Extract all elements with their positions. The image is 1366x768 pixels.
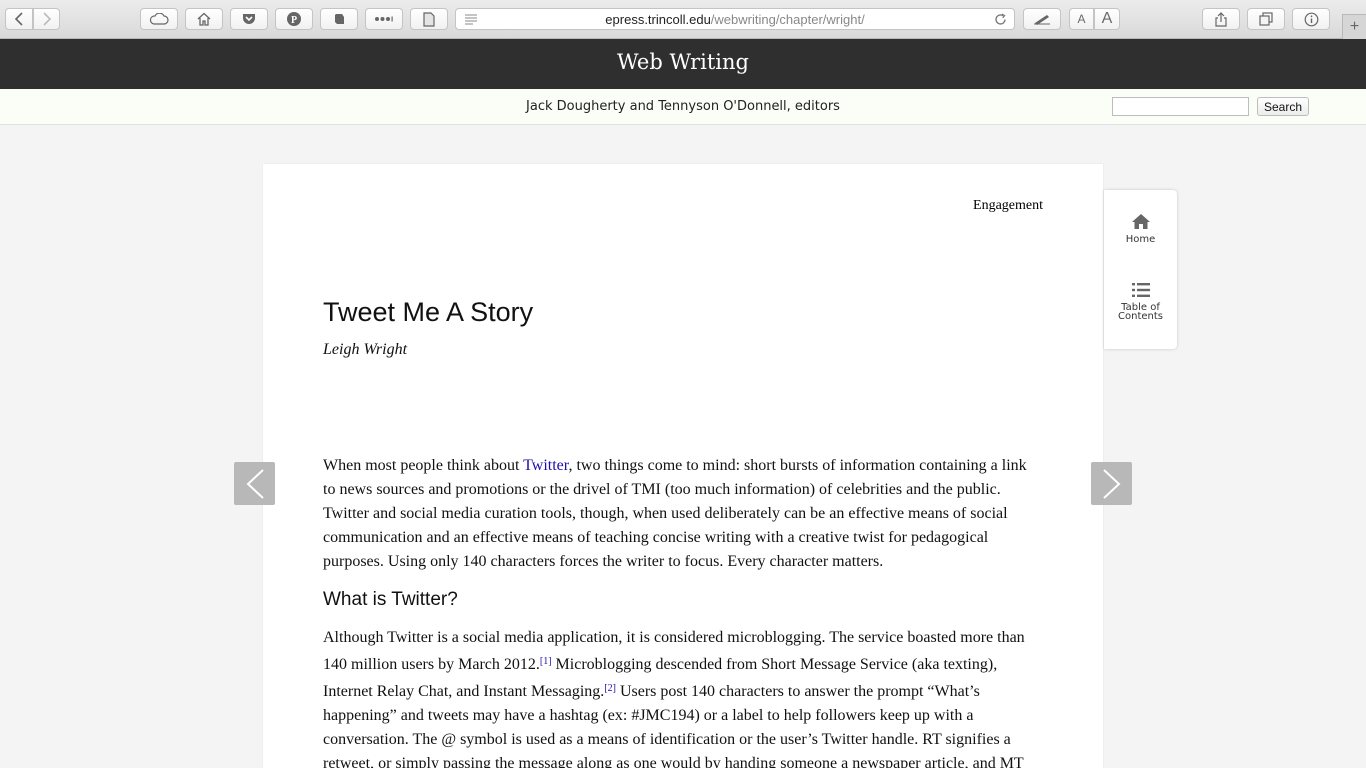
page-button[interactable] — [410, 8, 448, 30]
document-icon — [423, 11, 435, 27]
twitter-link[interactable]: Twitter — [523, 457, 568, 474]
chapter-title: Tweet Me A Story — [323, 297, 534, 327]
pinterest-icon: P — [287, 12, 301, 26]
font-larger-label: A — [1101, 10, 1113, 27]
cloud-icon — [149, 13, 169, 25]
footnote-link-1[interactable]: [1] — [540, 656, 552, 667]
svg-text:P: P — [291, 15, 297, 26]
chapter-page: Engagement Tweet Me A Story Leigh Wright… — [263, 164, 1103, 768]
evernote-icon — [335, 14, 344, 24]
chevron-right-icon — [42, 12, 51, 26]
browser-toolbar: P epress.trincoll.edu/webwriting/chapter… — [0, 0, 1366, 39]
search-button[interactable]: Search — [1257, 97, 1309, 116]
site-subheader: Jack Dougherty and Tennyson O'Donnell, e… — [0, 89, 1366, 125]
cloud-button[interactable] — [140, 8, 178, 30]
reload-icon[interactable] — [994, 13, 1007, 26]
annotate-button[interactable] — [1023, 8, 1061, 30]
back-button[interactable] — [5, 8, 33, 30]
info-button[interactable] — [1292, 8, 1330, 30]
search-input[interactable] — [1112, 97, 1249, 116]
side-nav-toc[interactable]: Table of Contents — [1104, 282, 1177, 322]
site-header: Web Writing — [0, 39, 1366, 89]
forward-button[interactable] — [33, 8, 60, 30]
pen-icon — [1034, 15, 1050, 25]
home-button[interactable] — [185, 8, 223, 30]
side-nav-home-label: Home — [1125, 234, 1156, 245]
chevron-left-icon — [246, 468, 264, 499]
section-heading: What is Twitter? — [323, 589, 458, 610]
plus-icon: + — [1349, 18, 1360, 35]
font-smaller-label: A — [1077, 12, 1086, 26]
pocket-icon — [243, 14, 255, 24]
chevron-right-icon — [1102, 468, 1120, 499]
info-icon — [1304, 12, 1318, 26]
side-nav-toc-label-2: Contents — [1118, 311, 1163, 322]
previous-page-button[interactable] — [234, 462, 275, 505]
url-path: /webwriting/chapter/wright/ — [710, 12, 865, 27]
font-smaller-button[interactable]: A — [1069, 8, 1094, 30]
url-text[interactable]: epress.trincoll.edu/webwriting/chapter/w… — [456, 12, 1014, 27]
new-tab-button[interactable]: + — [1342, 14, 1366, 39]
site-title[interactable]: Web Writing — [0, 50, 1366, 74]
pinterest-button[interactable]: P — [275, 8, 313, 30]
address-bar[interactable]: epress.trincoll.edu/webwriting/chapter/w… — [455, 8, 1015, 30]
font-larger-button[interactable]: A — [1094, 8, 1120, 30]
chapter-author: Leigh Wright — [323, 341, 408, 358]
tabs-button[interactable] — [1247, 8, 1285, 30]
evernote-button[interactable] — [320, 8, 358, 30]
intro-paragraph: When most people think about Twitter, tw… — [323, 454, 1043, 574]
part-label: Engagement — [973, 198, 1043, 213]
share-icon — [1215, 11, 1227, 27]
next-page-button[interactable] — [1091, 462, 1132, 505]
more-icon — [375, 16, 393, 22]
footnote-link-2[interactable]: [2] — [604, 683, 616, 694]
para1-text-a: When most people think about — [323, 457, 524, 474]
share-button[interactable] — [1202, 8, 1240, 30]
url-host: epress.trincoll.edu — [605, 12, 711, 27]
home-icon — [197, 12, 211, 26]
side-nav-home[interactable]: Home — [1104, 213, 1177, 245]
side-nav: Home Table of Contents — [1104, 190, 1177, 349]
pocket-button[interactable] — [230, 8, 268, 30]
home-icon — [1131, 214, 1150, 229]
tabs-icon — [1259, 12, 1273, 26]
more-button[interactable] — [365, 8, 403, 30]
body-paragraph: Although Twitter is a social media appli… — [323, 626, 1043, 768]
chevron-left-icon — [14, 12, 23, 26]
list-icon — [1131, 283, 1150, 297]
